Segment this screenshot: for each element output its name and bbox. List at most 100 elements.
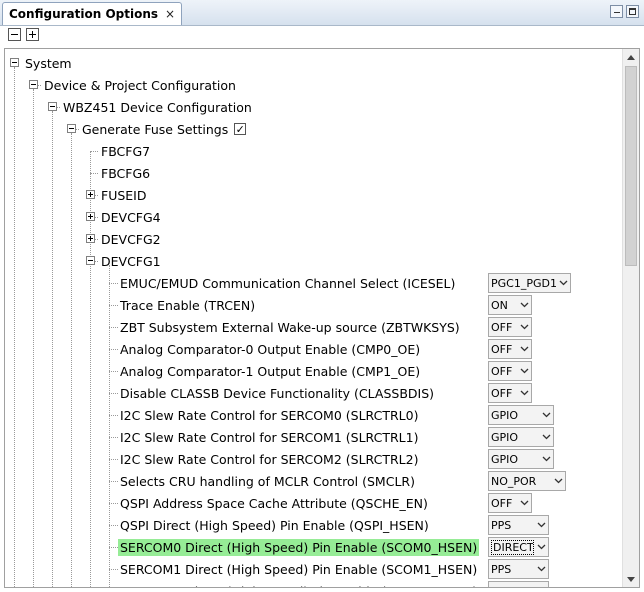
collapse-all-button[interactable]: [8, 28, 21, 41]
close-icon[interactable]: ×: [165, 7, 175, 21]
option-value-dropdown[interactable]: PPS: [488, 559, 549, 579]
option-row[interactable]: EMUC/EMUD Communication Channel Select (…: [120, 272, 455, 294]
fuseid-expand-icon[interactable]: [86, 190, 95, 199]
dropdown-value: OFF: [491, 496, 513, 510]
view-titlebar: Configuration Options ×: [0, 0, 644, 26]
chevron-down-icon[interactable]: [517, 384, 531, 402]
configuration-tree: System Device & Project Configuration WB…: [4, 48, 640, 588]
option-row[interactable]: QSPI Direct (High Speed) Pin Enable (QSP…: [120, 514, 429, 536]
dropdown-value: PPS: [491, 518, 512, 532]
minimize-button[interactable]: [610, 5, 623, 18]
chevron-down-icon[interactable]: [539, 450, 553, 468]
tree-node-label: DEVCFG2: [101, 231, 161, 247]
chevron-down-icon[interactable]: [517, 494, 531, 512]
tree-hline: [109, 393, 118, 394]
option-row[interactable]: Selects CRU handling of MCLR Control (SM…: [120, 470, 415, 492]
chevron-down-icon[interactable]: [517, 340, 531, 358]
option-label: SERCOM0 Direct (High Speed) Pin Enable (…: [118, 538, 480, 556]
option-value-dropdown[interactable]: PPS: [488, 581, 549, 587]
tree-node-devcfg1[interactable]: DEVCFG1: [101, 250, 161, 272]
dropdown-value: OFF: [491, 364, 513, 378]
option-row[interactable]: I2C Slew Rate Control for SERCOM1 (SLRCT…: [120, 426, 418, 448]
generate-fuse-collapse-icon[interactable]: [67, 124, 76, 133]
chevron-down-icon[interactable]: [534, 516, 548, 534]
chevron-down-icon[interactable]: [539, 406, 553, 424]
vertical-scrollbar[interactable]: [622, 49, 639, 587]
option-value-dropdown[interactable]: OFF: [488, 317, 532, 337]
option-value-dropdown[interactable]: OFF: [488, 361, 532, 381]
option-row[interactable]: SERCOM1 Direct (High Speed) Pin Enable (…: [120, 558, 477, 580]
chevron-down-icon[interactable]: [517, 362, 531, 380]
tree-vline: [33, 89, 34, 587]
tree-node-system[interactable]: System: [25, 52, 72, 74]
generate-fuse-checkbox[interactable]: ✓: [234, 123, 247, 135]
option-label: Analog Comparator-1 Output Enable (CMP1_…: [120, 363, 421, 379]
tree-hline: [109, 371, 118, 372]
tree-hline: [90, 151, 98, 152]
chevron-down-icon[interactable]: [517, 318, 531, 336]
devcfg2-expand-icon[interactable]: [86, 234, 95, 243]
option-label: Analog Comparator-0 Output Enable (CMP0_…: [120, 341, 421, 357]
toolbar: [0, 26, 644, 46]
tab-title: Configuration Options: [9, 7, 159, 21]
option-row[interactable]: SERCOM0 Direct (High Speed) Pin Enable (…: [118, 536, 480, 558]
tree-node-fbcfg6[interactable]: FBCFG6: [101, 162, 150, 184]
tree-node-label: Device & Project Configuration: [44, 77, 236, 93]
tree-node-devcfg2[interactable]: DEVCFG2: [101, 228, 161, 250]
devcfg1-collapse-icon[interactable]: [86, 256, 95, 265]
option-value-dropdown[interactable]: DIRECT: [488, 537, 549, 557]
option-value-dropdown[interactable]: GPIO: [488, 449, 554, 469]
dropdown-value: OFF: [491, 342, 513, 356]
option-label: Disable CLASSB Device Functionality (CLA…: [120, 385, 435, 401]
option-row[interactable]: Analog Comparator-1 Output Enable (CMP1_…: [120, 360, 420, 382]
option-row[interactable]: I2C Slew Rate Control for SERCOM2 (SLRCT…: [120, 448, 418, 470]
tree-node-label: FBCFG7: [101, 143, 151, 159]
tree-vline: [52, 111, 53, 587]
option-value-dropdown[interactable]: OFF: [488, 383, 532, 403]
devcfg4-expand-icon[interactable]: [86, 212, 95, 221]
tree-node-device-config[interactable]: WBZ451 Device Configuration: [63, 96, 252, 118]
device-project-collapse-icon[interactable]: [29, 80, 38, 89]
option-row[interactable]: I2C Slew Rate Control for SERCOM0 (SLRCT…: [120, 404, 418, 426]
option-label: I2C Slew Rate Control for SERCOM1 (SLRCT…: [120, 429, 419, 445]
option-row[interactable]: Trace Enable (TRCEN): [120, 294, 255, 316]
chevron-down-icon[interactable]: [534, 538, 548, 556]
dropdown-value: GPIO: [491, 408, 519, 422]
tab-configuration-options[interactable]: Configuration Options ×: [2, 2, 183, 25]
option-row[interactable]: Analog Comparator-0 Output Enable (CMP0_…: [120, 338, 420, 360]
chevron-down-icon[interactable]: [556, 274, 570, 292]
expand-all-button[interactable]: [26, 28, 39, 41]
tree-hline: [109, 459, 118, 460]
scrollbar-thumb[interactable]: [625, 66, 637, 266]
chevron-down-icon[interactable]: [517, 296, 531, 314]
option-value-dropdown[interactable]: ON: [488, 295, 532, 315]
chevron-down-icon[interactable]: [539, 428, 553, 446]
scroll-up-icon[interactable]: [623, 49, 639, 65]
option-value-dropdown[interactable]: PGC1_PGD1: [488, 273, 571, 293]
tree-node-devcfg4[interactable]: DEVCFG4: [101, 206, 161, 228]
tree-node-label: System: [25, 55, 72, 71]
maximize-button[interactable]: [626, 5, 639, 18]
device-config-collapse-icon[interactable]: [48, 102, 57, 111]
chevron-down-icon[interactable]: [534, 560, 548, 578]
option-value-dropdown[interactable]: NO_POR: [488, 471, 566, 491]
option-row[interactable]: QSPI Address Space Cache Attribute (QSCH…: [120, 492, 428, 514]
system-collapse-icon[interactable]: [10, 58, 19, 67]
tree-node-fuseid[interactable]: FUSEID: [101, 184, 146, 206]
option-value-dropdown[interactable]: PPS: [488, 515, 549, 535]
option-value-dropdown[interactable]: OFF: [488, 339, 532, 359]
tree-node-generate-fuse[interactable]: Generate Fuse Settings ✓: [82, 118, 247, 140]
tree-node-device-project[interactable]: Device & Project Configuration: [44, 74, 236, 96]
option-value-dropdown[interactable]: OFF: [488, 493, 532, 513]
chevron-down-icon[interactable]: [534, 582, 548, 587]
option-row[interactable]: Disable CLASSB Device Functionality (CLA…: [120, 382, 434, 404]
scroll-down-icon[interactable]: [623, 571, 639, 587]
tree-node-label: DEVCFG4: [101, 209, 161, 225]
option-row[interactable]: ZBT Subsystem External Wake-up source (Z…: [120, 316, 460, 338]
option-row[interactable]: SERCOM2 Direct (High Speed) Pin Enable (…: [120, 580, 477, 588]
option-value-dropdown[interactable]: GPIO: [488, 427, 554, 447]
tree-node-label: Generate Fuse Settings: [82, 121, 229, 137]
tree-node-fbcfg7[interactable]: FBCFG7: [101, 140, 150, 162]
option-value-dropdown[interactable]: GPIO: [488, 405, 554, 425]
chevron-down-icon[interactable]: [551, 472, 565, 490]
